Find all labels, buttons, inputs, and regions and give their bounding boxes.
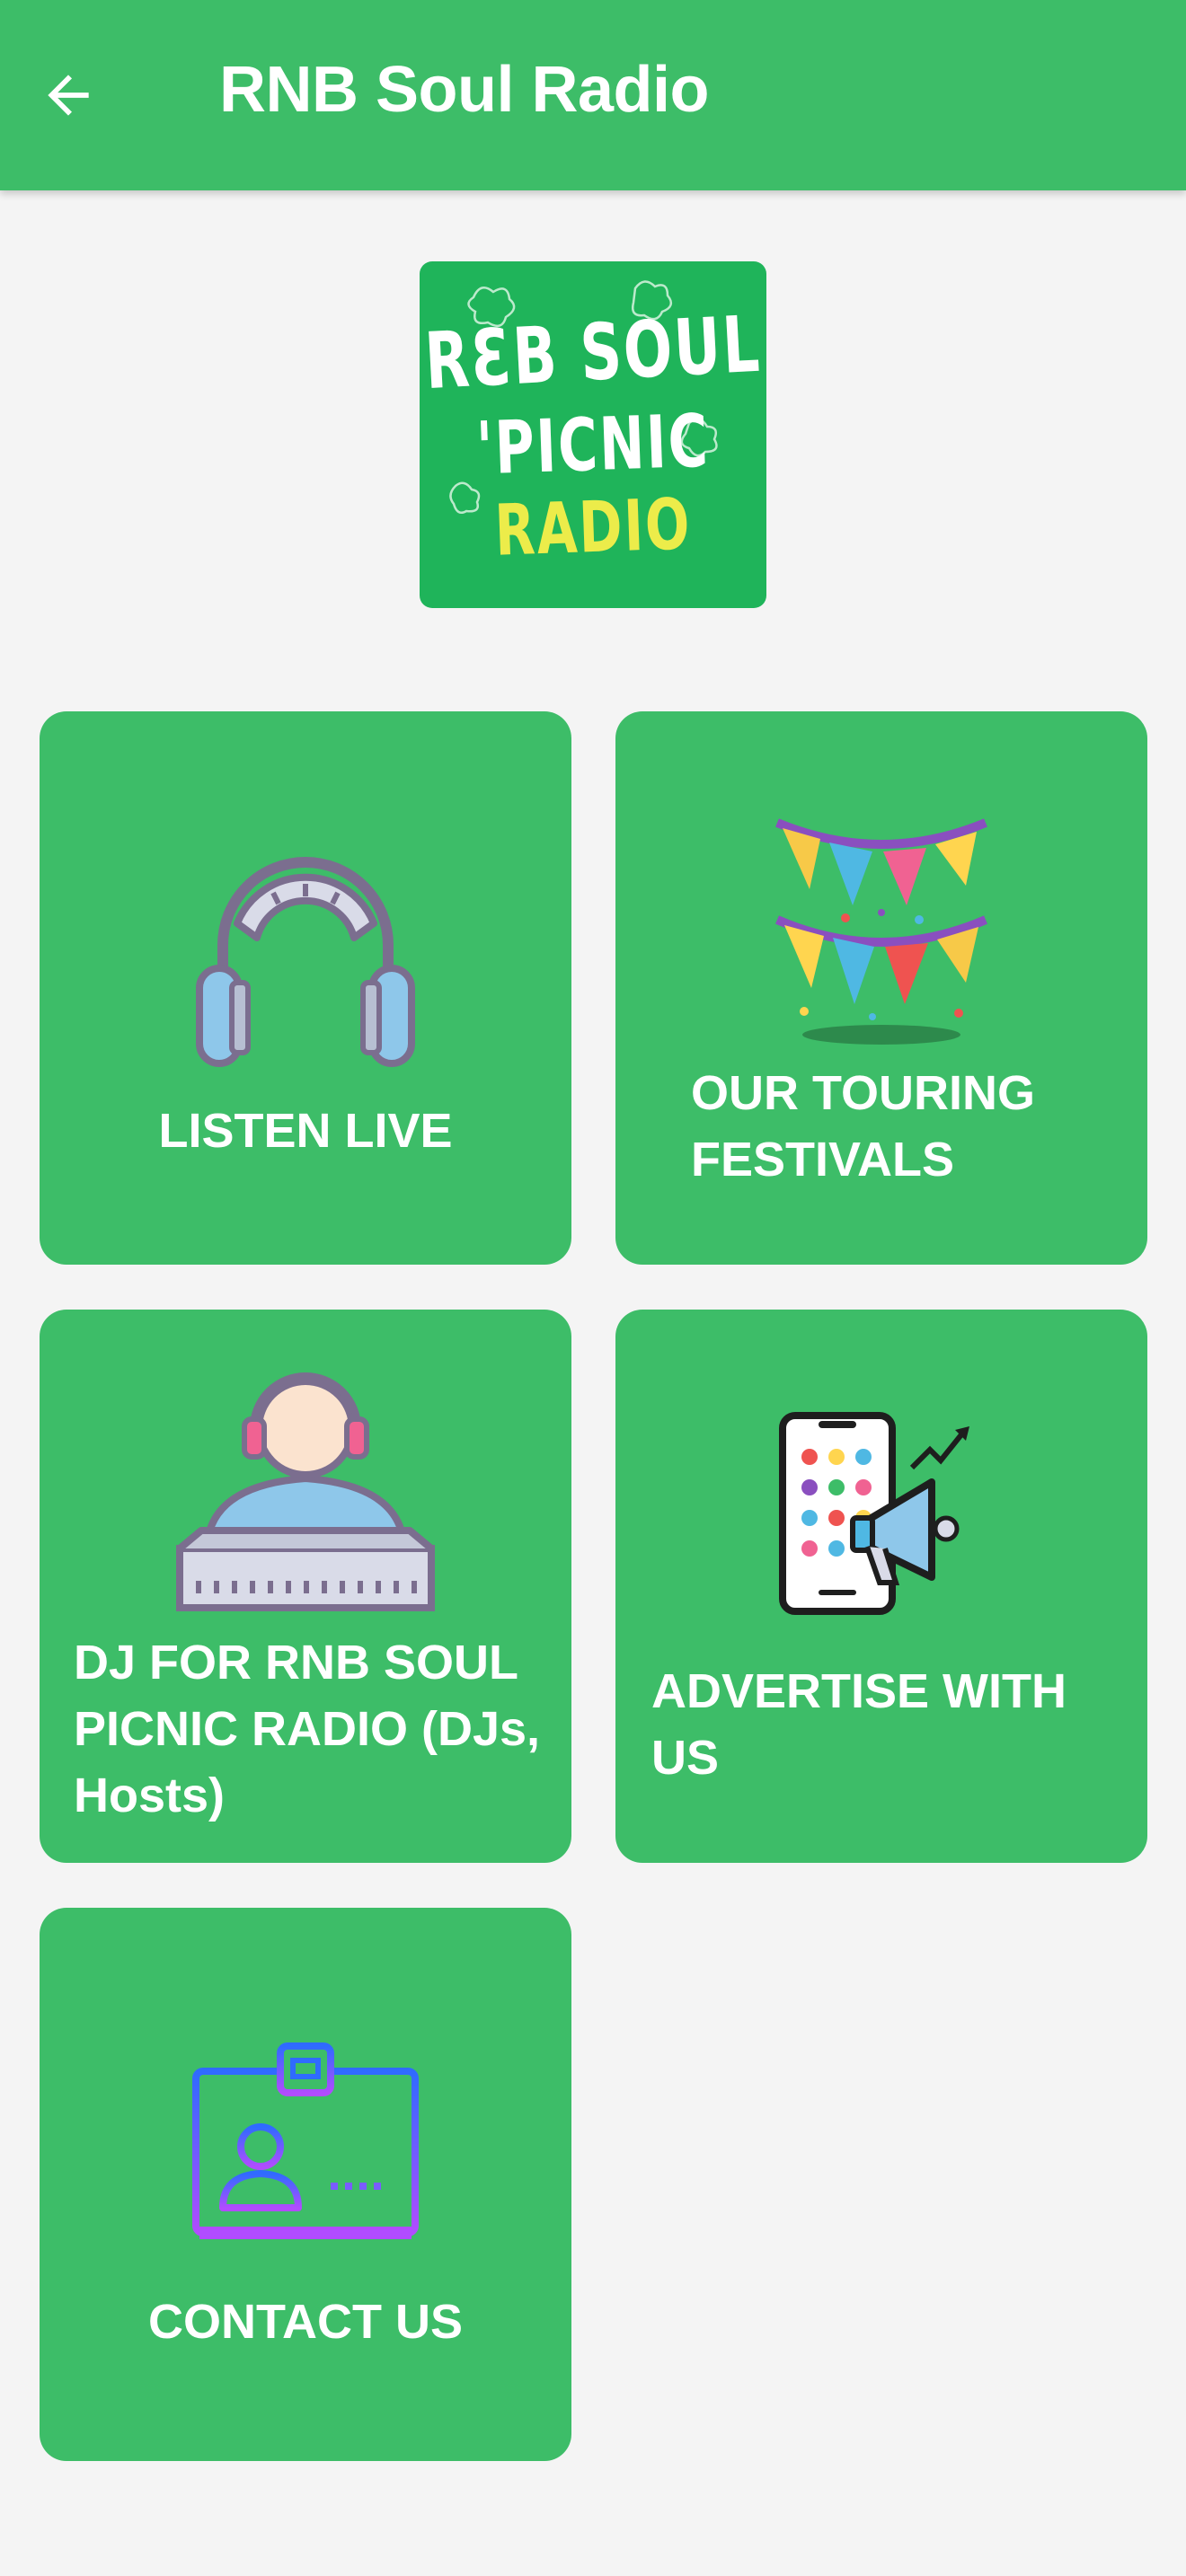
tile-dj[interactable]: DJ FOR RNB SOUL PICNIC RADIO (DJs, Hosts… xyxy=(40,1310,571,1863)
tile-touring-festivals[interactable]: OUR TOURING FESTIVALS xyxy=(615,711,1147,1265)
station-logo: RƐB SOUL 'PICNIC RADIO xyxy=(420,261,766,608)
arrow-left-icon xyxy=(48,75,89,116)
tile-label: CONTACT US xyxy=(148,2295,463,2349)
tile-listen-live[interactable]: LISTEN LIVE xyxy=(40,711,571,1265)
logo-text-line-1: RƐB SOUL xyxy=(422,300,764,408)
tile-label: ADVERTISE WITH US xyxy=(651,1664,1067,1785)
tile-advertise[interactable]: ADVERTISE WITH US xyxy=(615,1310,1147,1863)
bunting-icon xyxy=(775,818,987,1045)
page-title: RNB Soul Radio xyxy=(219,54,710,126)
dj-icon xyxy=(176,1372,435,1611)
logo-text-line-2: 'PICNIC xyxy=(474,399,712,492)
tile-label: LISTEN LIVE xyxy=(158,1104,453,1158)
logo-text-line-3: RADIO xyxy=(493,482,693,572)
phone-megaphone-icon xyxy=(779,1412,969,1615)
id-card-icon xyxy=(192,2042,419,2239)
back-button[interactable] xyxy=(31,57,106,133)
tile-label: DJ FOR RNB SOUL PICNIC RADIO (DJs, Hosts… xyxy=(74,1636,541,1822)
tile-contact-us[interactable]: CONTACT US xyxy=(40,1908,571,2461)
headphones-icon xyxy=(196,857,415,1067)
tile-label: OUR TOURING FESTIVALS xyxy=(691,1066,1036,1187)
app-bar: RNB Soul Radio xyxy=(0,0,1186,190)
